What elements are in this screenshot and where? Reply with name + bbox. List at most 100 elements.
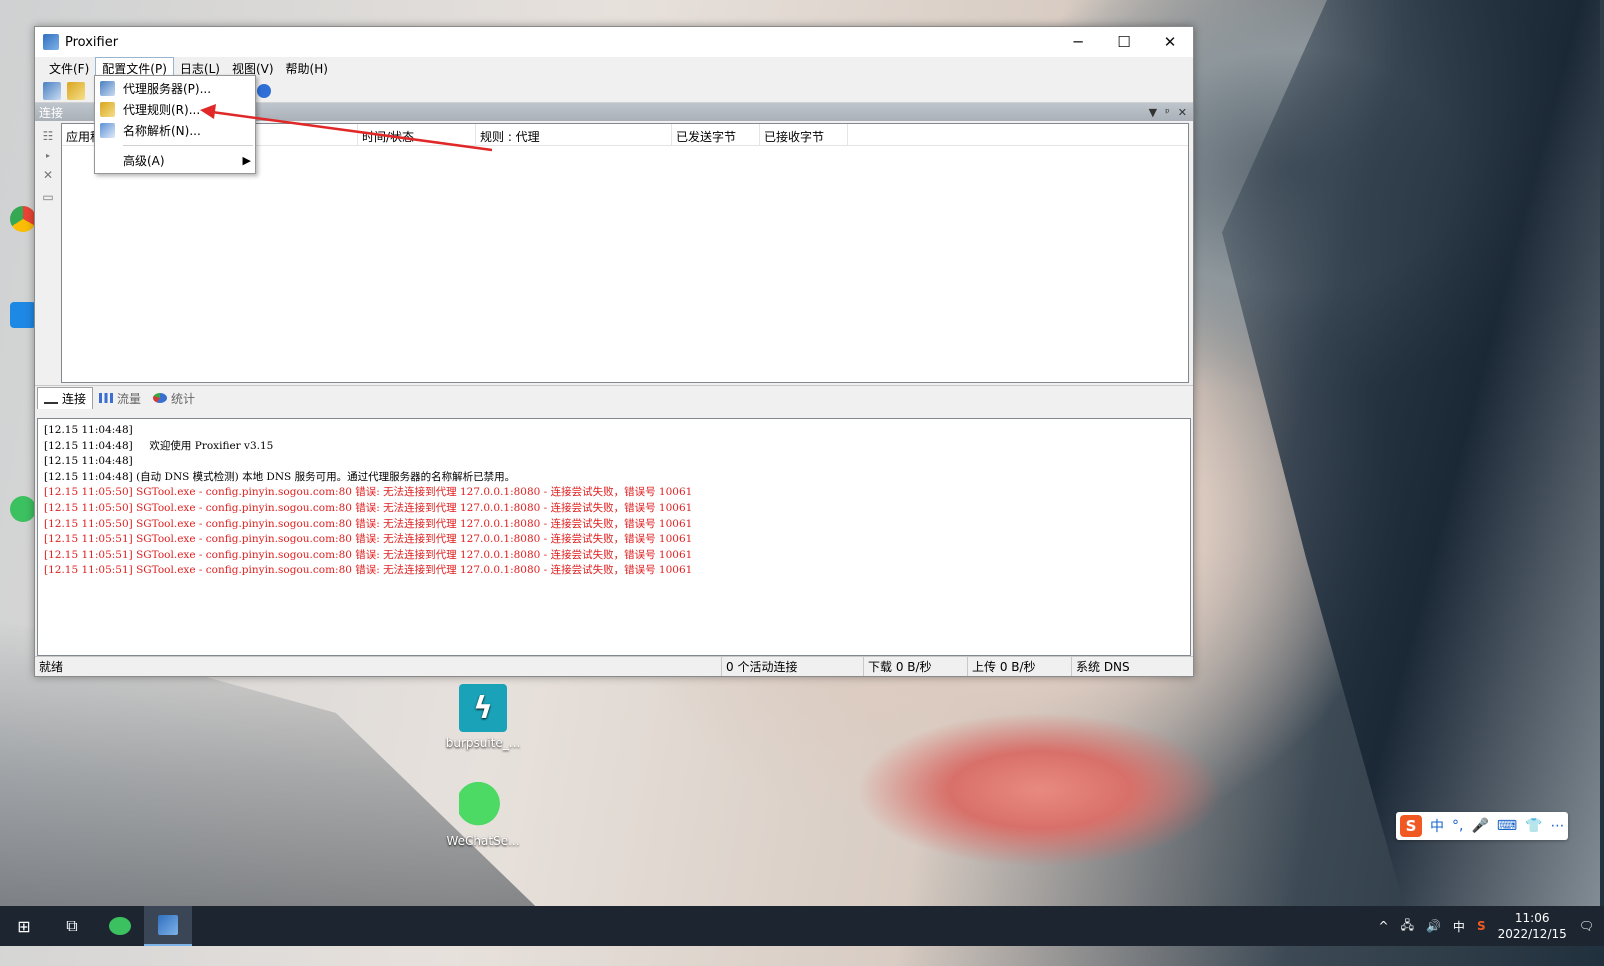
properties-icon[interactable]: ▭ <box>42 190 53 204</box>
menu-item-name-resolution[interactable]: 名称解析(N)... <box>95 120 255 141</box>
view-tabs: 连接 流量 统计 <box>35 385 1193 409</box>
close-button[interactable]: ✕ <box>1147 27 1193 57</box>
tab-label: 连接 <box>62 392 87 406</box>
log-error-line: [12.15 11:05:51] SGTool.exe - config.pin… <box>44 533 693 546</box>
clock-time: 11:06 <box>1514 911 1550 925</box>
clock[interactable]: 11:06 2022/12/15 <box>1498 910 1567 942</box>
connections-tab-icon <box>44 394 58 404</box>
profile-dropdown-menu: 代理服务器(P)... 代理规则(R)... 名称解析(N)... 高级(A) … <box>94 75 256 174</box>
desktop-icon-burpsuite[interactable]: ϟ burpsuite_... <box>443 684 523 750</box>
wallpaper-hair <box>1222 0 1600 930</box>
status-upload-rate: 上传 0 B/秒 <box>967 657 1071 676</box>
ime-voice-icon[interactable]: 🎤 <box>1471 818 1488 834</box>
tencent-icon[interactable] <box>10 302 36 328</box>
input-language[interactable]: 中 <box>1453 918 1465 935</box>
column-time-status[interactable]: 时间/状态 <box>358 124 476 145</box>
notification-icon[interactable]: 🗨 <box>1579 919 1594 933</box>
log-line: [12.15 11:04:48] <box>44 424 133 436</box>
close-connection-icon[interactable]: ✕ <box>43 168 53 182</box>
status-ready: 就绪 <box>39 660 64 674</box>
proxy-rules-icon <box>100 102 115 117</box>
status-bar: 就绪 0 个活动连接 下载 0 B/秒 上传 0 B/秒 系统 DNS <box>35 656 1193 676</box>
help-toolbar-icon[interactable] <box>257 83 271 98</box>
tab-label: 统计 <box>171 391 196 406</box>
pane-close-icon[interactable]: ✕ <box>1178 106 1187 119</box>
menu-item-label: 代理规则(R)... <box>123 103 201 117</box>
ime-mode[interactable]: 中 <box>1430 816 1444 836</box>
clock-date: 2022/12/15 <box>1497 927 1567 941</box>
menu-file[interactable]: 文件(F) <box>43 58 95 79</box>
taskbar: ⊞ ⧉ ^ 🖧 🔊 中 S 11:06 2022/12/15 🗨 <box>0 906 1604 946</box>
expand-icon[interactable]: ▸ <box>46 151 50 160</box>
wechat-icon <box>459 782 507 830</box>
tab-label: 流量 <box>117 391 142 406</box>
log-line: [12.15 11:04:48] 欢迎使用 Proxifier v3.15 <box>44 439 274 452</box>
pane-title: 连接 <box>39 105 64 120</box>
menu-help[interactable]: 帮助(H) <box>280 58 334 79</box>
wechat-desktop-icon[interactable] <box>10 496 36 522</box>
log-line: [12.15 11:04:48] <box>44 455 133 468</box>
proxifier-app-icon <box>43 34 59 50</box>
sogou-logo-icon: S <box>1400 815 1422 837</box>
log-panel[interactable]: [12.15 11:04:48] [12.15 11:04:48] 欢迎使用 P… <box>37 418 1191 656</box>
menu-item-label: 名称解析(N)... <box>123 124 201 138</box>
log-error-line: [12.15 11:05:51] SGTool.exe - config.pin… <box>44 564 693 577</box>
tab-connections[interactable]: 连接 <box>37 387 94 409</box>
column-rule-proxy[interactable]: 规则 : 代理 <box>476 124 672 145</box>
title-bar[interactable]: Proxifier ─ ☐ ✕ <box>35 27 1193 57</box>
ime-punctuation-icon[interactable]: °, <box>1452 818 1463 834</box>
task-view-button[interactable]: ⧉ <box>48 906 96 946</box>
desktop-icon-wechatsetup[interactable]: WeChatSe... <box>443 782 523 848</box>
status-dns-mode: 系统 DNS <box>1071 657 1177 676</box>
desktop-icon-label: WeChatSe... <box>446 834 520 848</box>
proxy-servers-toolbar-icon[interactable] <box>43 81 61 100</box>
ime-more-icon[interactable]: ⋯ <box>1551 818 1565 834</box>
system-tray: ^ 🖧 🔊 中 S 11:06 2022/12/15 🗨 <box>1379 910 1604 942</box>
chrome-icon[interactable] <box>10 206 36 232</box>
statistics-tab-icon <box>153 393 168 403</box>
ime-skin-icon[interactable]: 👕 <box>1525 818 1542 834</box>
network-icon[interactable]: 🖧 <box>1401 916 1414 937</box>
side-toolbar: ☷ ▸ ✕ ▭ <box>35 121 61 385</box>
show-hidden-icons[interactable]: ^ <box>1379 919 1389 933</box>
status-active-connections: 0 个活动连接 <box>721 657 863 676</box>
name-resolution-icon <box>100 123 115 138</box>
wechat-taskbar-icon <box>109 917 131 935</box>
burpsuite-icon: ϟ <box>459 684 507 732</box>
proxy-rules-toolbar-icon[interactable] <box>67 81 85 100</box>
volume-icon[interactable]: 🔊 <box>1426 919 1441 933</box>
minimize-button[interactable]: ─ <box>1055 27 1101 57</box>
submenu-arrow-icon: ▶ <box>242 154 251 167</box>
traffic-tab-icon <box>99 393 114 403</box>
menu-item-proxy-servers[interactable]: 代理服务器(P)... <box>95 78 255 99</box>
start-button[interactable]: ⊞ <box>0 906 48 946</box>
log-line: [12.15 11:04:48] (自动 DNS 模式检测) 本地 DNS 服务… <box>44 470 516 483</box>
ime-keyboard-icon[interactable]: ⌨ <box>1497 818 1517 834</box>
menu-item-label: 代理服务器(P)... <box>123 82 212 96</box>
window-title: Proxifier <box>65 34 119 50</box>
ime-toolbar[interactable]: S 中 °, 🎤 ⌨ 👕 ⋯ <box>1396 812 1568 840</box>
status-download-rate: 下载 0 B/秒 <box>863 657 967 676</box>
tab-traffic[interactable]: 流量 <box>93 387 147 409</box>
tab-statistics[interactable]: 统计 <box>147 387 201 409</box>
taskbar-wechat[interactable] <box>96 906 144 946</box>
proxifier-taskbar-icon <box>158 915 178 935</box>
pane-dropdown-icon[interactable]: ▼ <box>1149 106 1157 119</box>
log-error-line: [12.15 11:05:50] SGTool.exe - config.pin… <box>44 517 693 530</box>
taskbar-proxifier[interactable] <box>144 906 192 946</box>
proxy-servers-icon <box>100 81 115 96</box>
list-view-icon[interactable]: ☷ <box>43 129 54 143</box>
pane-pin-icon[interactable]: ᵖ <box>1165 106 1170 119</box>
log-error-line: [12.15 11:05:50] SGTool.exe - config.pin… <box>44 486 693 499</box>
menu-separator <box>123 145 253 146</box>
log-error-line: [12.15 11:05:50] SGTool.exe - config.pin… <box>44 501 693 514</box>
column-bytes-received[interactable]: 已接收字节 <box>760 124 848 145</box>
maximize-button[interactable]: ☐ <box>1101 27 1147 57</box>
menu-item-proxy-rules[interactable]: 代理规则(R)... <box>95 99 255 120</box>
desktop-icon-label: burpsuite_... <box>445 736 521 750</box>
log-error-line: [12.15 11:05:51] SGTool.exe - config.pin… <box>44 548 693 561</box>
column-bytes-sent[interactable]: 已发送字节 <box>672 124 760 145</box>
menu-item-label: 高级(A) <box>123 154 165 168</box>
sogou-tray-icon[interactable]: S <box>1477 919 1486 933</box>
menu-item-advanced[interactable]: 高级(A) ▶ <box>95 150 255 171</box>
